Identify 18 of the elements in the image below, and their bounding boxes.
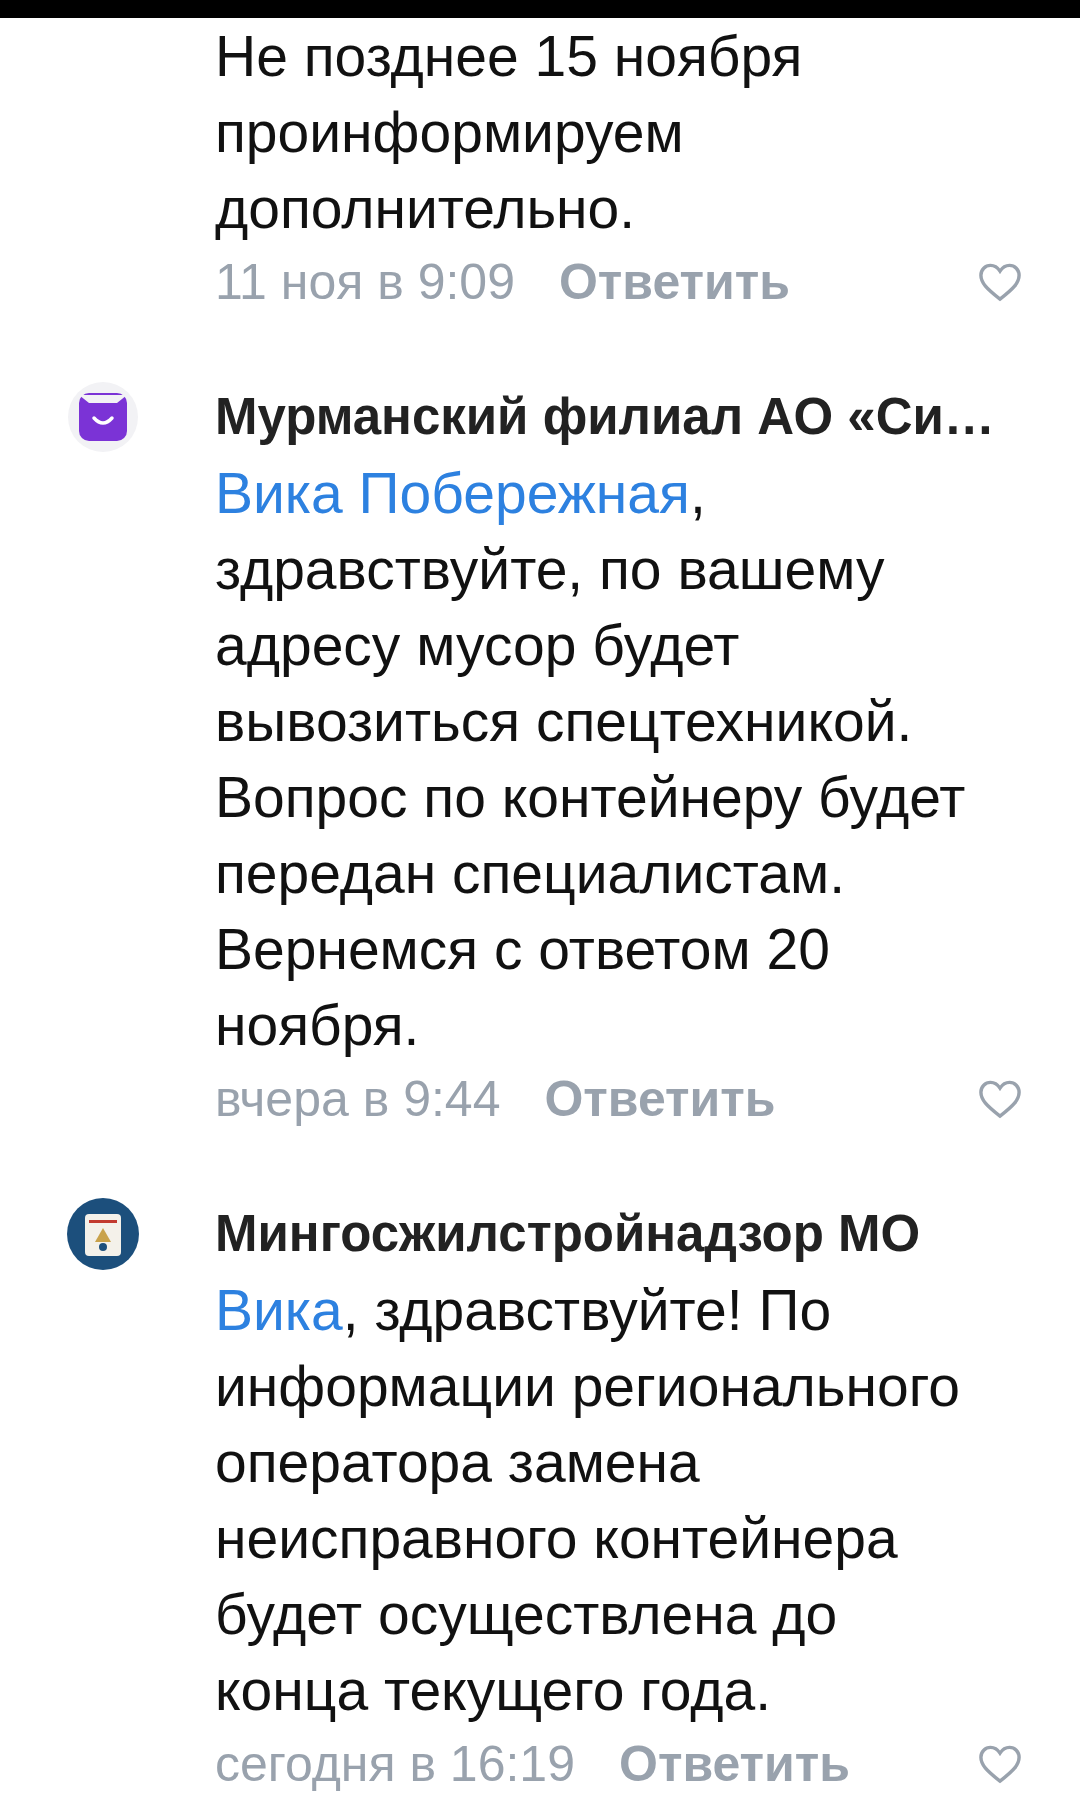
heart-icon[interactable] [977,1743,1023,1785]
comment-time: вчера в 9:44 [215,1070,501,1129]
avatar-icon[interactable] [66,381,139,453]
avatar-icon[interactable] [66,1198,139,1270]
comment-time: 11 ноя в 9:09 [215,253,515,312]
author-name[interactable]: Мурманский филиал АО «Си… [215,379,997,455]
heart-icon[interactable] [977,261,1023,303]
reply-button[interactable]: Ответить [619,1728,851,1800]
reply-button[interactable]: Ответить [544,1063,776,1135]
mention-link[interactable]: Вика [215,1278,343,1342]
comment-text: Вика, здравствуйте! По информации регионального оператора замена неисправного контейнера будет осуществлена до конца текущего года. [215,1277,961,1724]
heart-icon[interactable] [977,1078,1023,1120]
comment-text: Вика Побережная, здравствуйте, по вашему адресу мусор будет вывозиться спецтехникой. Вопрос по контейнеру будет передан специалистам. Вернемся с ответом 20 ноября. [215,460,967,1059]
comment-time: сегодня в 16:19 [215,1735,575,1794]
author-name[interactable]: Мингосжилстройнадзор МО [215,1196,997,1272]
comment-text: Не позднее 15 ноября проинформируем дополнительно. [215,23,804,242]
reply-button[interactable]: Ответить [558,246,790,318]
mention-link[interactable]: Вика Побережная [215,461,690,525]
